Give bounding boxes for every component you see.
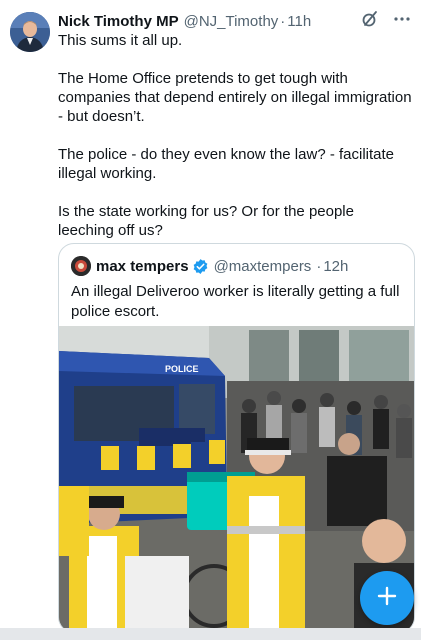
compose-button[interactable] [360,571,414,625]
slash-circle-icon[interactable] [361,10,379,32]
verified-badge-icon [192,258,209,275]
tweet[interactable]: Nick Timothy MP @NJ_Timothy · 11h This s… [0,0,421,633]
tweet-paragraph: Is the state working for us? Or for the … [58,203,354,239]
quoted-tweet-text: An illegal Deliveroo worker is literally… [71,283,400,320]
quoted-author-name[interactable]: max tempers [96,258,189,275]
author-handle[interactable]: @NJ_Timothy [184,13,279,30]
tweet-paragraph: This sums it all up. [58,32,183,49]
separator-dot: · [280,12,286,30]
separator-dot: · [316,257,322,275]
quoted-tweet-header: max tempers @maxtempers · 12h [71,255,406,277]
avatar-image [10,12,50,52]
author-name[interactable]: Nick Timothy MP [58,13,179,30]
plus-icon [376,585,398,612]
bottom-edge [0,628,421,640]
more-dots-icon[interactable] [393,10,411,32]
tweet-header: Nick Timothy MP @NJ_Timothy · 11h [58,11,411,31]
header-icons [361,10,411,32]
tweet-paragraph: The Home Office pretends to get tough wi… [58,70,412,125]
tweet-body: This sums it all up. The Home Office pre… [58,31,413,259]
van-police-sign: POLICE [165,364,199,374]
quoted-author-handle[interactable]: @maxtempers [214,258,312,275]
quoted-avatar[interactable] [71,256,91,276]
tweet-paragraph: The police - do they even know the law? … [58,146,395,182]
avatar[interactable] [10,12,50,52]
tweet-timestamp[interactable]: 11h [287,13,311,30]
quoted-tweet[interactable]: max tempers @maxtempers · 12h An illegal… [58,243,415,633]
quoted-timestamp[interactable]: 12h [323,258,348,275]
